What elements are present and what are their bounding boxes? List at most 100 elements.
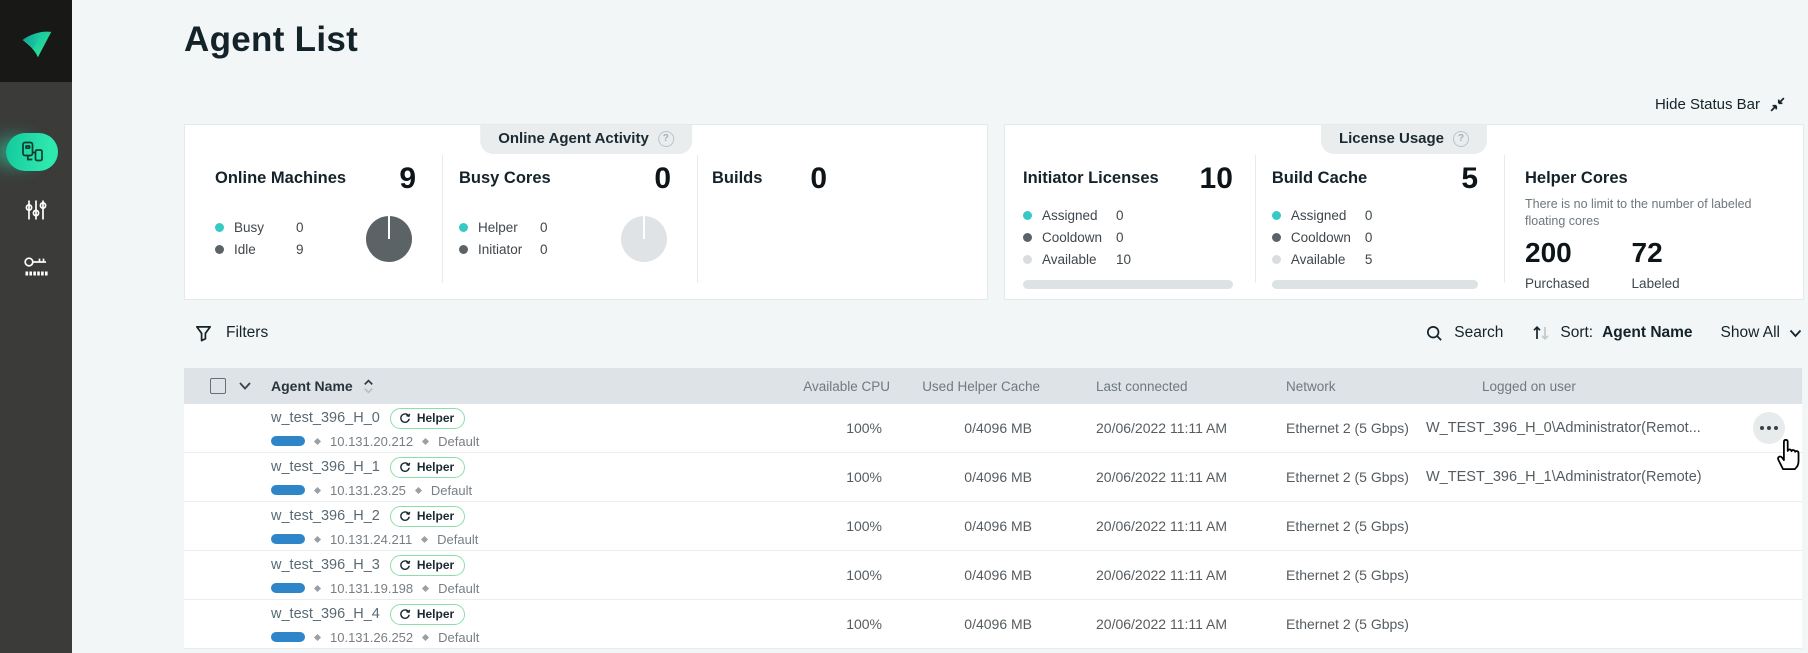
- section-title: Initiator Licenses: [1023, 169, 1159, 188]
- table-header-row: Agent Name Available CPU Used Helper Cac…: [184, 368, 1802, 404]
- diamond-separator-icon: [422, 584, 429, 591]
- table-row[interactable]: w_test_396_H_1 Helper 10.131.23.25 Defau…: [184, 453, 1802, 502]
- legend: Helper 0 Initiator 0: [459, 220, 548, 257]
- search-label: Search: [1454, 324, 1503, 342]
- license-usage-badge: License Usage ?: [1321, 125, 1487, 154]
- agent-group: Default: [438, 434, 479, 449]
- busy-dot: [215, 223, 224, 232]
- search-icon: [1425, 324, 1444, 343]
- helper-badge-label: Helper: [417, 558, 454, 572]
- section-title: Builds: [712, 169, 762, 188]
- diamond-separator-icon: [422, 437, 429, 444]
- legend-value: 10: [1116, 252, 1131, 267]
- agent-table: Agent Name Available CPU Used Helper Cac…: [184, 368, 1802, 649]
- badge-label: Online Agent Activity: [498, 130, 649, 147]
- labeled-value: 72: [1632, 238, 1680, 269]
- select-menu-chevron-icon[interactable]: [239, 382, 251, 390]
- toolbar-right: Search Sort: Agent Name Show All: [1425, 324, 1802, 343]
- show-all-label: Show All: [1721, 324, 1780, 342]
- helper-cycle-icon: [399, 510, 411, 522]
- online-agent-activity-card: Online Agent Activity ? Online Machines …: [184, 124, 988, 300]
- capacity-bar: [271, 632, 305, 642]
- legend-value: 9: [296, 242, 304, 257]
- purchased-stat: 200 Purchased: [1525, 238, 1590, 291]
- filters-button[interactable]: Filters: [184, 324, 268, 343]
- capacity-bar: [271, 436, 305, 446]
- helper-badge-label: Helper: [417, 411, 454, 425]
- show-all-dropdown[interactable]: Show All: [1721, 324, 1802, 342]
- agent-group: Default: [438, 581, 479, 596]
- agents-icon: [19, 140, 45, 164]
- sliders-icon: [23, 198, 49, 222]
- available-cpu-value: 100%: [796, 469, 916, 485]
- legend-value: 5: [1365, 252, 1373, 267]
- column-header-agent-name[interactable]: Agent Name: [265, 378, 796, 394]
- table-row[interactable]: w_test_396_H_2 Helper 10.131.24.211 Defa…: [184, 502, 1802, 551]
- builds-total: 0: [810, 164, 827, 194]
- agent-group: Default: [431, 483, 472, 498]
- column-header-last-connected: Last connected: [1066, 379, 1256, 394]
- online-machines-section: Online Machines 9 Busy 0 Idle 9: [185, 125, 442, 299]
- column-header-available-cpu: Available CPU: [796, 379, 916, 394]
- table-row[interactable]: w_test_396_H_4 Helper 10.131.26.252 Defa…: [184, 600, 1802, 649]
- more-options-icon: [1760, 426, 1764, 430]
- last-connected-value: 20/06/2022 11:11 AM: [1066, 518, 1256, 534]
- helper-badge-label: Helper: [417, 607, 454, 621]
- more-options-button[interactable]: [1753, 412, 1785, 444]
- agent-name: w_test_396_H_0: [271, 410, 380, 426]
- status-bar: Online Agent Activity ? Online Machines …: [184, 124, 1804, 300]
- initiator-licenses-section: Initiator Licenses 10 Assigned 0 Cooldow…: [1005, 125, 1255, 299]
- legend-label: Idle: [234, 242, 296, 257]
- section-title: Helper Cores: [1525, 169, 1628, 188]
- helper-cycle-icon: [399, 461, 411, 473]
- cooldown-dot: [1023, 233, 1032, 242]
- online-machines-total: 9: [399, 164, 416, 194]
- network-value: Ethernet 2 (5 Gbps): [1256, 616, 1426, 632]
- sidebar-item-settings[interactable]: [0, 190, 72, 230]
- sidebar-nav: [0, 82, 72, 288]
- used-helper-cache-value: 0/4096 MB: [916, 518, 1066, 534]
- legend: Assigned 0 Cooldown 0 Available 5: [1272, 208, 1478, 267]
- legend: Assigned 0 Cooldown 0 Available 10: [1023, 208, 1233, 267]
- used-helper-cache-value: 0/4096 MB: [916, 567, 1066, 583]
- used-helper-cache-value: 0/4096 MB: [916, 469, 1066, 485]
- help-icon[interactable]: ?: [1453, 131, 1469, 147]
- sort-control[interactable]: Sort: Agent Name: [1531, 324, 1692, 342]
- logged-on-user-value: W_TEST_396_H_0\Administrator(Remot...: [1426, 420, 1736, 436]
- sidebar-item-agents[interactable]: [0, 132, 72, 172]
- table-row[interactable]: w_test_396_H_0 Helper 10.131.20.212 Defa…: [184, 404, 1802, 453]
- last-connected-value: 20/06/2022 11:11 AM: [1066, 420, 1256, 436]
- helper-badge-label: Helper: [417, 509, 454, 523]
- last-connected-value: 20/06/2022 11:11 AM: [1066, 616, 1256, 632]
- hide-status-bar-button[interactable]: Hide Status Bar: [1655, 96, 1786, 113]
- available-cpu-value: 100%: [796, 420, 916, 436]
- legend-value: 0: [1365, 230, 1373, 245]
- diamond-separator-icon: [415, 486, 422, 493]
- busy-cores-pie-chart: [621, 216, 667, 262]
- legend-value: 0: [296, 220, 304, 235]
- network-value: Ethernet 2 (5 Gbps): [1256, 420, 1426, 436]
- agent-ip: 10.131.23.25: [330, 483, 406, 498]
- helper-cores-description: There is no limit to the number of label…: [1525, 196, 1777, 230]
- sidebar-item-license[interactable]: [0, 248, 72, 288]
- used-helper-cache-value: 0/4096 MB: [916, 420, 1066, 436]
- capacity-bar: [271, 583, 305, 593]
- legend-label: Initiator: [478, 242, 540, 257]
- labeled-label: Labeled: [1632, 276, 1680, 291]
- app-logo[interactable]: [0, 0, 72, 82]
- legend-label: Assigned: [1042, 208, 1116, 223]
- helper-badge: Helper: [390, 408, 465, 429]
- network-value: Ethernet 2 (5 Gbps): [1256, 518, 1426, 534]
- helper-badge-label: Helper: [417, 460, 454, 474]
- select-all-checkbox[interactable]: [210, 378, 226, 394]
- search-button[interactable]: Search: [1425, 324, 1503, 343]
- purchased-value: 200: [1525, 238, 1590, 269]
- legend-value: 0: [540, 242, 548, 257]
- help-icon[interactable]: ?: [658, 131, 674, 147]
- chevron-down-icon: [1789, 329, 1802, 338]
- filter-funnel-icon: [194, 324, 213, 343]
- column-header-used-helper-cache: Used Helper Cache: [916, 379, 1066, 394]
- filters-label: Filters: [226, 324, 268, 342]
- network-value: Ethernet 2 (5 Gbps): [1256, 469, 1426, 485]
- table-row[interactable]: w_test_396_H_3 Helper 10.131.19.198 Defa…: [184, 551, 1802, 600]
